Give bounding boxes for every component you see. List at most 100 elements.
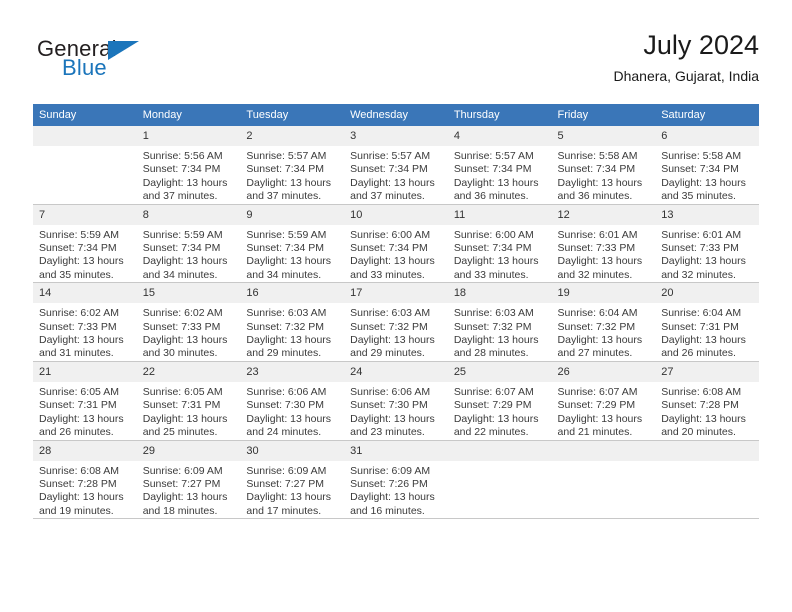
daylight-line1-text: Daylight: 13 hours <box>557 334 643 347</box>
calendar-day-cell[interactable]: 15 Sunrise: 6:02 AM Sunset: 7:33 PM Dayligh… <box>136 282 241 362</box>
calendar-day-cell-empty <box>447 440 552 520</box>
day-details: Sunrise: 5:57 AM Sunset: 7:34 PM Daylight:… <box>240 146 344 204</box>
calendar-day-cell[interactable]: 20 Sunrise: 6:04 AM Sunset: 7:31 PM Dayligh… <box>655 282 759 362</box>
weekday-header-sunday: Sunday <box>33 104 137 126</box>
day-number: 22 <box>136 361 241 382</box>
daylight-line1-text: Daylight: 13 hours <box>39 334 124 347</box>
calendar-day-cell[interactable]: 23 Sunrise: 6:06 AM Sunset: 7:30 PM Dayligh… <box>240 361 345 441</box>
calendar-day-cell[interactable]: 30 Sunrise: 6:09 AM Sunset: 7:27 PM Dayligh… <box>240 440 345 520</box>
page-header: General Blue July 2024 Dhanera, Gujarat,… <box>33 28 759 90</box>
sunset-text: Sunset: 7:31 PM <box>661 320 739 333</box>
sunrise-text: Sunrise: 6:03 AM <box>453 307 534 320</box>
day-number <box>655 440 759 461</box>
sunrise-text: Sunrise: 5:58 AM <box>557 150 638 162</box>
day-number: 25 <box>447 361 552 382</box>
calendar-day-cell[interactable]: 24 Sunrise: 6:06 AM Sunset: 7:30 PM Dayligh… <box>344 361 448 441</box>
day-number: 30 <box>240 440 345 461</box>
daylight-line2-text: and 32 minutes. <box>661 268 736 281</box>
calendar-day-cell[interactable]: 18 Sunrise: 6:03 AM Sunset: 7:32 PM Dayligh… <box>447 282 552 362</box>
daylight-line2-text: and 34 minutes. <box>142 268 218 281</box>
daylight-line1-text: Daylight: 13 hours <box>246 412 332 425</box>
calendar-day-cell[interactable]: 17 Sunrise: 6:03 AM Sunset: 7:32 PM Dayligh… <box>344 282 448 362</box>
location-subtitle: Dhanera, Gujarat, India <box>613 68 759 84</box>
calendar-day-cell[interactable]: 21 Sunrise: 6:05 AM Sunset: 7:31 PM Dayligh… <box>33 361 137 441</box>
sunrise-text: Sunrise: 5:59 AM <box>142 228 223 241</box>
calendar-day-cell[interactable]: 31 Sunrise: 6:09 AM Sunset: 7:26 PM Dayligh… <box>344 440 448 520</box>
calendar-body: 1 Sunrise: 5:56 AM Sunset: 7:34 PM Daylight… <box>33 126 759 520</box>
calendar-day-cell[interactable]: 6 Sunrise: 5:58 AM Sunset: 7:34 PM Daylight… <box>655 126 759 205</box>
daylight-line1-text: Daylight: 13 hours <box>142 176 228 189</box>
daylight-line1-text: Daylight: 13 hours <box>557 255 643 268</box>
day-number <box>551 440 656 461</box>
calendar-day-cell[interactable]: 4 Sunrise: 5:57 AM Sunset: 7:34 PM Daylight… <box>447 126 552 205</box>
sunrise-text: Sunrise: 6:08 AM <box>39 464 119 477</box>
page-title: July 2024 <box>643 30 759 60</box>
daylight-line2-text: and 36 minutes. <box>557 190 633 203</box>
sunset-text: Sunset: 7:34 PM <box>350 242 428 255</box>
daylight-line1-text: Daylight: 13 hours <box>39 491 124 504</box>
daylight-line2-text: and 34 minutes. <box>246 268 322 281</box>
day-details: Sunrise: 6:01 AM Sunset: 7:33 PM Daylight:… <box>552 225 656 283</box>
day-number: 12 <box>551 204 656 225</box>
general-blue-logo[interactable]: General Blue <box>33 36 263 88</box>
calendar-day-cell[interactable]: 11 Sunrise: 6:00 AM Sunset: 7:34 PM Dayligh… <box>447 204 552 284</box>
sunrise-text: Sunrise: 6:04 AM <box>557 307 638 320</box>
calendar-day-cell[interactable]: 26 Sunrise: 6:07 AM Sunset: 7:29 PM Dayligh… <box>551 361 656 441</box>
daylight-line2-text: and 19 minutes. <box>39 504 114 517</box>
calendar-day-cell[interactable]: 2 Sunrise: 5:57 AM Sunset: 7:34 PM Daylight… <box>240 126 345 205</box>
day-number: 6 <box>655 126 759 146</box>
day-details: Sunrise: 6:09 AM Sunset: 7:27 PM Daylight:… <box>240 461 344 519</box>
day-details: Sunrise: 6:05 AM Sunset: 7:31 PM Daylight:… <box>137 382 241 440</box>
day-number: 3 <box>344 126 448 146</box>
sunrise-text: Sunrise: 5:58 AM <box>661 150 742 162</box>
day-number: 23 <box>240 361 345 382</box>
sunset-text: Sunset: 7:34 PM <box>453 163 532 176</box>
daylight-line2-text: and 20 minutes. <box>661 426 736 439</box>
calendar-day-cell[interactable]: 22 Sunrise: 6:05 AM Sunset: 7:31 PM Dayligh… <box>136 361 241 441</box>
daylight-line2-text: and 29 minutes. <box>350 347 425 360</box>
sunrise-text: Sunrise: 6:09 AM <box>246 464 327 477</box>
title-block: July 2024 Dhanera, Gujarat, India <box>613 28 759 86</box>
sunset-text: Sunset: 7:32 PM <box>557 320 636 333</box>
day-details: Sunrise: 5:57 AM Sunset: 7:34 PM Daylight:… <box>448 146 552 204</box>
sunset-text: Sunset: 7:31 PM <box>142 399 221 412</box>
calendar-day-cell[interactable]: 29 Sunrise: 6:09 AM Sunset: 7:27 PM Dayligh… <box>136 440 241 520</box>
daylight-line1-text: Daylight: 13 hours <box>246 491 332 504</box>
daylight-line1-text: Daylight: 13 hours <box>453 334 539 347</box>
calendar-day-cell[interactable]: 27 Sunrise: 6:08 AM Sunset: 7:28 PM Dayligh… <box>655 361 759 441</box>
calendar-day-cell[interactable]: 1 Sunrise: 5:56 AM Sunset: 7:34 PM Daylight… <box>136 126 241 205</box>
sunset-text: Sunset: 7:33 PM <box>142 320 221 333</box>
calendar-day-cell[interactable]: 10 Sunrise: 6:00 AM Sunset: 7:34 PM Dayligh… <box>344 204 448 284</box>
sunrise-text: Sunrise: 6:01 AM <box>661 228 742 241</box>
calendar-day-cell[interactable]: 16 Sunrise: 6:03 AM Sunset: 7:32 PM Dayligh… <box>240 282 345 362</box>
day-number: 8 <box>136 204 241 225</box>
calendar-day-cell[interactable]: 3 Sunrise: 5:57 AM Sunset: 7:34 PM Daylight… <box>344 126 448 205</box>
calendar-day-cell[interactable]: 19 Sunrise: 6:04 AM Sunset: 7:32 PM Dayligh… <box>551 282 656 362</box>
sunset-text: Sunset: 7:28 PM <box>39 477 117 490</box>
daylight-line2-text: and 37 minutes. <box>350 190 425 203</box>
calendar-day-cell[interactable]: 5 Sunrise: 5:58 AM Sunset: 7:34 PM Daylight… <box>551 126 656 205</box>
daylight-line1-text: Daylight: 13 hours <box>142 334 228 347</box>
day-details: Sunrise: 5:57 AM Sunset: 7:34 PM Daylight:… <box>344 146 448 204</box>
daylight-line1-text: Daylight: 13 hours <box>350 491 435 504</box>
sunset-text: Sunset: 7:34 PM <box>661 163 739 176</box>
day-details: Sunrise: 6:03 AM Sunset: 7:32 PM Daylight:… <box>240 303 344 361</box>
day-details: Sunrise: 6:09 AM Sunset: 7:26 PM Daylight:… <box>344 461 448 519</box>
weekday-header-tuesday: Tuesday <box>240 104 345 126</box>
weekday-header-saturday: Saturday <box>655 104 759 126</box>
calendar-day-cell[interactable]: 13 Sunrise: 6:01 AM Sunset: 7:33 PM Dayligh… <box>655 204 759 284</box>
calendar-day-cell[interactable]: 28 Sunrise: 6:08 AM Sunset: 7:28 PM Dayligh… <box>33 440 137 520</box>
calendar-day-cell[interactable]: 12 Sunrise: 6:01 AM Sunset: 7:33 PM Dayligh… <box>551 204 656 284</box>
calendar-day-cell[interactable]: 7 Sunrise: 5:59 AM Sunset: 7:34 PM Daylight… <box>33 204 137 284</box>
daylight-line2-text: and 18 minutes. <box>142 504 218 517</box>
daylight-line2-text: and 23 minutes. <box>350 426 425 439</box>
calendar-day-cell[interactable]: 9 Sunrise: 5:59 AM Sunset: 7:34 PM Daylight… <box>240 204 345 284</box>
daylight-line2-text: and 26 minutes. <box>661 347 736 360</box>
day-details: Sunrise: 6:00 AM Sunset: 7:34 PM Daylight:… <box>448 225 552 283</box>
daylight-line2-text: and 26 minutes. <box>39 426 114 439</box>
calendar-day-cell[interactable]: 14 Sunrise: 6:02 AM Sunset: 7:33 PM Dayligh… <box>33 282 137 362</box>
day-number: 19 <box>551 283 656 304</box>
calendar-day-cell[interactable]: 25 Sunrise: 6:07 AM Sunset: 7:29 PM Dayligh… <box>447 361 552 441</box>
calendar-week-row: 7 Sunrise: 5:59 AM Sunset: 7:34 PM Daylight… <box>33 204 759 284</box>
calendar-day-cell[interactable]: 8 Sunrise: 5:59 AM Sunset: 7:34 PM Daylight… <box>136 204 241 284</box>
